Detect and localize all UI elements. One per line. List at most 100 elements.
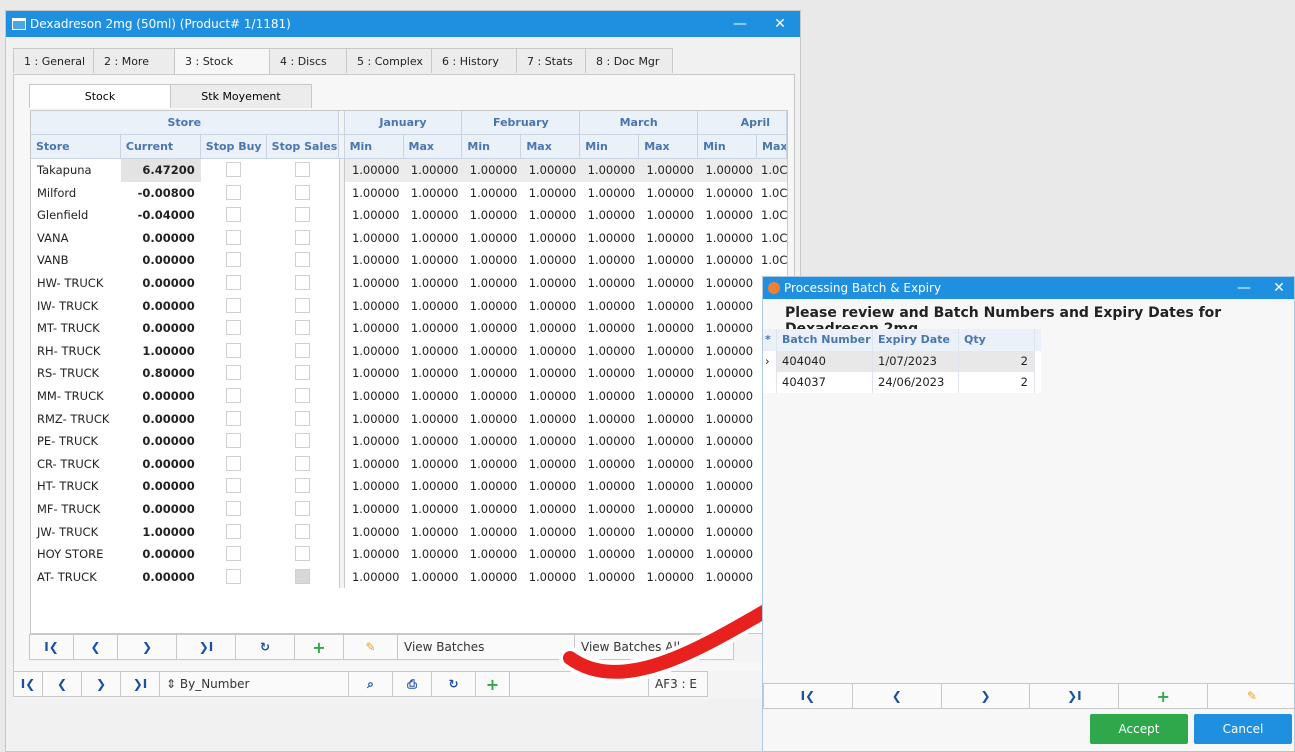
min-max-cell[interactable]: 1.00000 [639, 408, 698, 431]
col-header-store[interactable]: Store [31, 135, 121, 158]
expiry-date-cell[interactable]: 1/07/2023 [873, 351, 959, 372]
store-cell[interactable]: MF- TRUCK [31, 498, 121, 521]
stock-row[interactable]: PE- TRUCK 0.00000 1.00000 1.00000 1.00000 1.0… [31, 430, 787, 453]
stop-buy-checkbox[interactable] [226, 546, 242, 562]
min-max-cell[interactable]: 1.00000 [698, 408, 757, 431]
min-max-cell[interactable]: 1.00000 [698, 204, 757, 227]
min-max-cell[interactable]: 1.00000 [521, 430, 580, 453]
min-max-cell[interactable]: 1.00000 [404, 227, 463, 250]
min-max-cell[interactable]: 1.00000 [580, 317, 639, 340]
tab-stats[interactable]: 7 : Stats [516, 48, 586, 73]
dialog-close-button[interactable]: ✕ [1264, 280, 1294, 296]
stock-row[interactable]: VANA 0.00000 1.00000 1.00000 1.00000 1.00000 1… [31, 226, 787, 250]
store-cell[interactable]: RH- TRUCK [31, 340, 121, 363]
min-max-cell[interactable]: 1.00000 [521, 340, 580, 363]
min-max-cell[interactable]: 1.00000 [404, 272, 463, 295]
min-max-cell[interactable]: 1.00000 [580, 408, 639, 431]
min-max-cell[interactable]: 1.00000 [404, 182, 463, 205]
col-header-current[interactable]: Current [121, 135, 201, 158]
min-max-cell[interactable]: 1.00000 [698, 295, 757, 318]
min-max-cell[interactable]: 1.00000 [521, 159, 581, 182]
min-max-cell[interactable]: 1.00000 [345, 408, 404, 431]
min-max-cell[interactable]: 1.00000 [639, 317, 698, 340]
min-max-cell[interactable]: 1.00000 [404, 204, 463, 227]
current-cell[interactable]: 0.00000 [121, 566, 201, 589]
min-max-cell[interactable]: 1.00000 [462, 385, 521, 408]
min-max-cell[interactable]: 1.00000 [404, 249, 463, 272]
add-product-icon[interactable]: + [475, 671, 510, 697]
min-max-cell[interactable]: 1.00000 [462, 453, 521, 476]
stop-sales-checkbox[interactable] [295, 568, 311, 584]
accept-button[interactable]: Accept [1090, 714, 1188, 744]
stop-buy-checkbox[interactable] [226, 274, 242, 290]
min-max-cell[interactable]: 1.00000 [521, 227, 580, 250]
min-max-cell[interactable]: 1.00000 [521, 249, 580, 272]
min-max-cell[interactable]: 1.00000 [580, 272, 639, 295]
min-max-cell[interactable]: 1.00000 [521, 362, 580, 385]
current-cell[interactable]: 0.00000 [121, 295, 201, 318]
min-max-cell[interactable]: 1.00000 [580, 182, 639, 205]
stock-row[interactable]: Milford -0.00800 1.00000 1.00000 1.00000 1.00… [31, 181, 787, 205]
current-cell[interactable]: 6.47200 [120, 159, 201, 182]
min-max-cell[interactable]: 1.00000 [404, 340, 463, 363]
current-cell[interactable]: 0.00000 [121, 453, 201, 476]
min-max-cell[interactable]: 1.00000 [639, 430, 698, 453]
col-header-feb-max[interactable]: Max [521, 135, 581, 158]
stop-sales-checkbox[interactable] [295, 229, 311, 245]
min-max-cell[interactable]: 1.00000 [345, 227, 404, 250]
next-record-button[interactable]: ❯ [117, 634, 177, 660]
col-header-mar-max[interactable]: Max [639, 135, 699, 158]
min-max-cell[interactable]: 1.00000 [462, 317, 521, 340]
stock-row[interactable]: RH- TRUCK 1.00000 1.00000 1.00000 1.00000 1.0… [31, 339, 787, 363]
stop-buy-checkbox[interactable] [226, 365, 242, 381]
current-cell[interactable]: 0.00000 [121, 385, 201, 408]
min-max-cell[interactable]: 1.00000 [698, 430, 757, 453]
stop-sales-checkbox[interactable] [295, 523, 311, 539]
stop-sales-checkbox[interactable] [295, 387, 311, 403]
stock-row[interactable]: RMZ- TRUCK 0.00000 1.00000 1.00000 1.00000 1.… [31, 407, 787, 431]
min-max-cell[interactable]: 1.00000 [521, 182, 580, 205]
main-titlebar[interactable]: Dexadreson 2mg (50ml) (Product# 1/1181) … [6, 11, 800, 37]
min-max-cell[interactable]: 1.0C [757, 227, 787, 250]
dialog-edit-icon[interactable]: ✎ [1207, 683, 1294, 709]
min-max-cell[interactable]: 1.00000 [639, 272, 698, 295]
qty-cell[interactable]: 2 [959, 372, 1035, 393]
store-cell[interactable]: MM- TRUCK [31, 385, 121, 408]
min-max-cell[interactable]: 1.00000 [521, 272, 580, 295]
min-max-cell[interactable]: 1.00000 [639, 295, 698, 318]
min-max-cell[interactable]: 1.00000 [404, 385, 463, 408]
col-header-feb-min[interactable]: Min [462, 135, 522, 158]
stop-sales-checkbox[interactable] [295, 455, 311, 471]
min-max-cell[interactable]: 1.00000 [345, 385, 404, 408]
stop-sales-checkbox[interactable] [295, 433, 311, 449]
min-max-cell[interactable]: 1.00000 [462, 340, 521, 363]
min-max-cell[interactable]: 1.00000 [580, 204, 639, 227]
stop-sales-checkbox[interactable] [295, 342, 311, 358]
min-max-cell[interactable]: 1.00000 [404, 521, 463, 544]
min-max-cell[interactable]: 1.00000 [404, 498, 463, 521]
stock-row[interactable]: Glenfield -0.04000 1.00000 1.00000 1.00000 1.… [31, 204, 787, 227]
min-max-cell[interactable]: 1.00000 [698, 249, 757, 272]
dialog-first-button[interactable]: I❮ [763, 683, 853, 709]
min-max-cell[interactable]: 1.00000 [404, 408, 463, 431]
current-cell[interactable]: 1.00000 [121, 521, 201, 544]
min-max-cell[interactable]: 1.00000 [345, 543, 404, 566]
min-max-cell[interactable]: 1.00000 [639, 227, 698, 250]
first-record-button[interactable]: I❮ [29, 634, 74, 660]
min-max-cell[interactable]: 1.00000 [639, 204, 698, 227]
min-max-cell[interactable]: 1.0C [757, 249, 787, 272]
min-max-cell[interactable]: 1.00000 [521, 385, 580, 408]
min-max-cell[interactable]: 1.00000 [580, 227, 639, 250]
min-max-cell[interactable]: 1.00000 [345, 295, 404, 318]
stop-buy-checkbox[interactable] [226, 252, 242, 268]
stop-sales-checkbox[interactable] [295, 546, 311, 562]
stop-buy-checkbox[interactable] [226, 387, 242, 403]
store-cell[interactable]: HW- TRUCK [31, 272, 121, 295]
current-cell[interactable]: 0.00000 [121, 227, 201, 250]
min-max-cell[interactable]: 1.00000 [698, 227, 757, 250]
tab-history[interactable]: 6 : History [431, 48, 517, 73]
min-max-cell[interactable]: 1.00000 [345, 453, 404, 476]
stop-buy-checkbox[interactable] [226, 207, 242, 223]
min-max-cell[interactable]: 1.00000 [462, 543, 521, 566]
col-header-jan-max[interactable]: Max [404, 135, 463, 158]
